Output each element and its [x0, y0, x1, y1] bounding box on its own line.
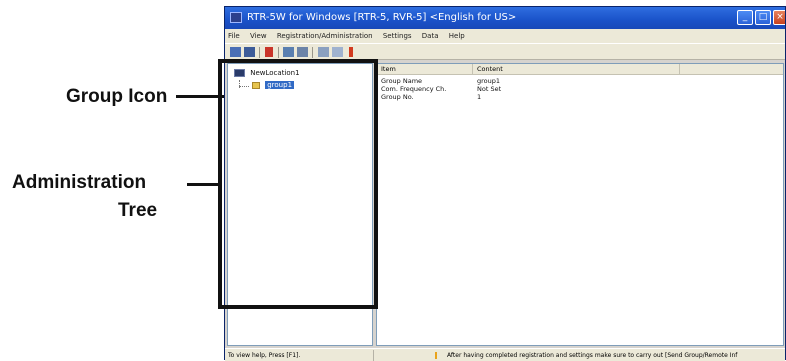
graph-icon[interactable] — [332, 47, 343, 57]
menu-view[interactable]: View — [250, 32, 267, 40]
admin-tree-highlight-frame — [218, 59, 378, 309]
list-header: Item Content — [377, 64, 783, 75]
list-cell-content: group1 — [477, 77, 501, 85]
status-message: After having completed registration and … — [447, 352, 738, 359]
list-cell-item: Com. Frequency Ch. — [381, 85, 447, 93]
menu-registration-administration[interactable]: Registration/Administration — [277, 32, 373, 40]
status-divider — [373, 350, 374, 361]
status-bar: To view help, Press [F1]. After having c… — [225, 348, 785, 361]
title-bar[interactable]: RTR-5W for Windows [RTR-5, RVR-5] <Engli… — [225, 7, 785, 29]
folder-icon[interactable] — [318, 47, 329, 57]
paste-icon[interactable] — [297, 47, 308, 57]
copy-icon[interactable] — [283, 47, 294, 57]
menu-data[interactable]: Data — [422, 32, 439, 40]
alert-icon[interactable] — [265, 47, 273, 57]
minimize-button[interactable]: _ — [737, 10, 753, 25]
column-header-empty[interactable] — [680, 64, 783, 75]
list-cell-item: Group Name — [381, 77, 423, 85]
maximize-button[interactable]: □ — [755, 10, 771, 25]
warning-icon[interactable] — [349, 47, 353, 57]
app-icon — [230, 12, 242, 23]
register-icon[interactable] — [230, 47, 241, 57]
column-header-content[interactable]: Content — [473, 64, 680, 75]
menu-file[interactable]: File — [228, 32, 240, 40]
status-help-text: To view help, Press [F1]. — [228, 352, 301, 359]
menu-settings[interactable]: Settings — [383, 32, 412, 40]
table-icon[interactable] — [244, 47, 255, 57]
list-cell-content: Not Set — [477, 85, 502, 93]
group-icon-callout: Group Icon — [66, 86, 168, 107]
admin-tree-callout-line1: Administration — [12, 172, 147, 193]
admin-tree-callout-line2: Tree — [118, 200, 158, 221]
list-cell-content: 1 — [477, 93, 482, 101]
window-title: RTR-5W for Windows [RTR-5, RVR-5] <Engli… — [247, 12, 517, 23]
close-button[interactable]: × — [773, 10, 785, 25]
toolbar-separator — [259, 47, 260, 58]
toolbar-separator — [278, 47, 279, 58]
list-cell-item: Group No. — [381, 93, 414, 101]
details-list[interactable]: Item Content Group Name group1 Com. Freq… — [376, 63, 784, 346]
toolbar-separator — [312, 47, 313, 58]
toolbar — [225, 43, 785, 60]
warning-icon — [435, 352, 437, 359]
column-header-item[interactable]: Item — [377, 64, 473, 75]
admin-tree-leader-line — [187, 183, 219, 186]
menu-bar: File View Registration/Administration Se… — [225, 29, 785, 43]
menu-help[interactable]: Help — [449, 32, 465, 40]
